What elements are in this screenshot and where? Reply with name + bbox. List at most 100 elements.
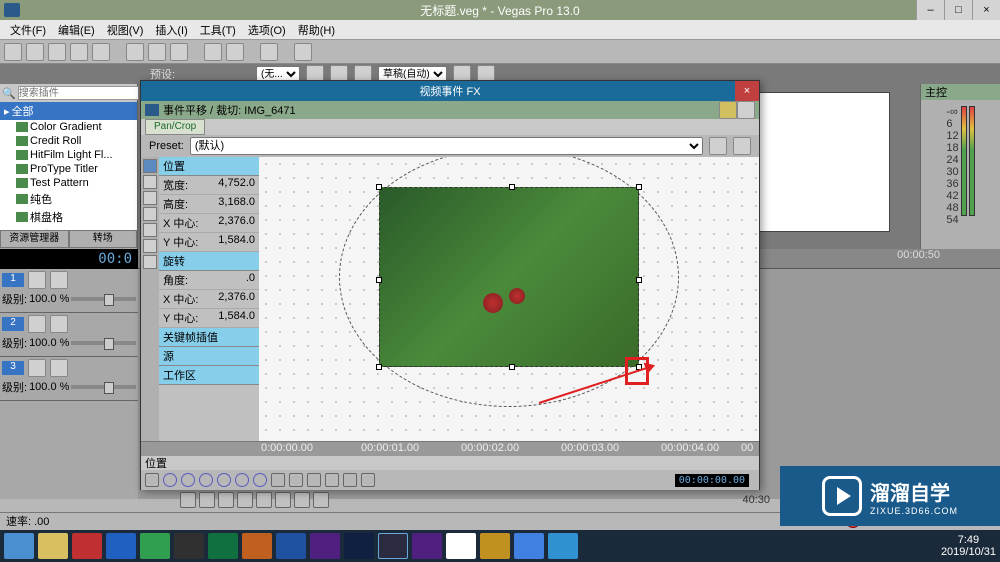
taskbar-app-active[interactable] <box>378 533 408 559</box>
move-tool[interactable] <box>143 191 157 205</box>
loop-button[interactable] <box>199 492 215 508</box>
delete-keyframe-button[interactable] <box>217 473 231 487</box>
prev-keyframe-button[interactable] <box>181 473 195 487</box>
snap-button[interactable] <box>260 43 278 61</box>
menu-help[interactable]: 帮助(H) <box>292 22 341 38</box>
track-mute-button[interactable] <box>28 359 46 377</box>
close-button[interactable]: × <box>972 0 1000 20</box>
new-button[interactable] <box>4 43 22 61</box>
resize-handle[interactable] <box>636 277 642 283</box>
taskbar-app[interactable] <box>480 533 510 559</box>
menu-edit[interactable]: 编辑(E) <box>52 22 101 38</box>
properties-button[interactable] <box>92 43 110 61</box>
tree-item[interactable]: HitFilm Light Fl... <box>30 149 113 161</box>
taskbar-app[interactable] <box>412 533 442 559</box>
prop-value[interactable]: 3,168.0 <box>211 196 255 212</box>
maximize-button[interactable]: □ <box>944 0 972 20</box>
track-number[interactable]: 1 <box>2 273 24 287</box>
group-rotation[interactable]: 旋转 <box>163 256 185 268</box>
taskbar-app[interactable] <box>548 533 578 559</box>
help-icon[interactable] <box>294 43 312 61</box>
snap-tool[interactable] <box>143 207 157 221</box>
track-solo-button[interactable] <box>50 359 68 377</box>
resize-handle[interactable] <box>509 364 515 370</box>
tree-item[interactable]: 纯色 <box>30 191 52 207</box>
goto-start-button[interactable] <box>294 492 310 508</box>
track-number[interactable]: 3 <box>2 361 24 375</box>
resize-handle[interactable] <box>376 277 382 283</box>
pause-button[interactable] <box>256 492 272 508</box>
prop-value[interactable]: .0 <box>211 272 255 288</box>
save-preset-button[interactable] <box>709 137 727 155</box>
resize-handle[interactable] <box>636 184 642 190</box>
track-mute-button[interactable] <box>28 271 46 289</box>
resize-handle[interactable] <box>376 184 382 190</box>
taskbar-app[interactable] <box>106 533 136 559</box>
plugin-tree[interactable]: ▸全部 Color Gradient Credit Roll HitFilm L… <box>0 102 137 230</box>
curve-linear-button[interactable] <box>271 473 285 487</box>
save-button[interactable] <box>48 43 66 61</box>
menu-view[interactable]: 视图(V) <box>101 22 150 38</box>
play-button[interactable] <box>237 492 253 508</box>
copy-button[interactable] <box>148 43 166 61</box>
sync-cursor-button[interactable] <box>145 473 159 487</box>
prop-value[interactable]: 1,584.0 <box>211 310 255 326</box>
minimize-button[interactable]: – <box>916 0 944 20</box>
add-keyframe-button[interactable] <box>199 473 213 487</box>
prop-value[interactable]: 2,376.0 <box>211 215 255 231</box>
grid-button[interactable] <box>737 101 755 119</box>
curve-fast-button[interactable] <box>289 473 303 487</box>
last-keyframe-button[interactable] <box>253 473 267 487</box>
taskbar-app[interactable] <box>208 533 238 559</box>
group-keyframe[interactable]: 关键帧插值 <box>163 332 218 344</box>
keyframe-time[interactable]: 00:00:00.00 <box>675 474 749 487</box>
cut-button[interactable] <box>126 43 144 61</box>
prop-value[interactable]: 4,752.0 <box>211 177 255 193</box>
tree-item[interactable]: 棋盘格 <box>30 209 63 225</box>
track-mute-button[interactable] <box>28 315 46 333</box>
tree-item[interactable]: ProType Titler <box>30 163 98 175</box>
track-number[interactable]: 2 <box>2 317 24 331</box>
track-solo-button[interactable] <box>50 271 68 289</box>
move-free-tool[interactable] <box>143 255 157 269</box>
menu-tools[interactable]: 工具(T) <box>194 22 242 38</box>
tree-item[interactable]: Credit Roll <box>30 135 81 147</box>
curve-smooth-button[interactable] <box>325 473 339 487</box>
taskbar-app[interactable] <box>72 533 102 559</box>
dialog-close-button[interactable]: × <box>735 81 759 101</box>
menu-file[interactable]: 文件(F) <box>4 22 52 38</box>
tab-explorer[interactable]: 资源管理器 <box>0 230 69 248</box>
search-input[interactable] <box>18 86 152 100</box>
level-slider[interactable] <box>71 341 136 345</box>
curve-slow-button[interactable] <box>307 473 321 487</box>
prop-value[interactable]: 1,584.0 <box>211 234 255 250</box>
select-tool[interactable] <box>143 159 157 173</box>
goto-end-button[interactable] <box>313 492 329 508</box>
menu-options[interactable]: 选项(O) <box>242 22 292 38</box>
zoom-tool[interactable] <box>143 175 157 189</box>
track-solo-button[interactable] <box>50 315 68 333</box>
tree-root[interactable]: 全部 <box>12 103 34 119</box>
tab-pan-crop[interactable]: Pan/Crop <box>145 119 205 135</box>
taskbar-app[interactable] <box>276 533 306 559</box>
tree-item[interactable]: Test Pattern <box>30 177 89 189</box>
curve-hold-button[interactable] <box>361 473 375 487</box>
crop-canvas[interactable] <box>259 157 759 441</box>
delete-preset-button[interactable] <box>733 137 751 155</box>
open-button[interactable] <box>26 43 44 61</box>
resize-handle[interactable] <box>376 364 382 370</box>
stop-button[interactable] <box>275 492 291 508</box>
taskbar-app[interactable] <box>446 533 476 559</box>
bypass-button[interactable] <box>719 101 737 119</box>
render-button[interactable] <box>70 43 88 61</box>
play-start-button[interactable] <box>218 492 234 508</box>
redo-button[interactable] <box>226 43 244 61</box>
curve-sharp-button[interactable] <box>343 473 357 487</box>
level-slider[interactable] <box>71 297 136 301</box>
taskbar-app[interactable] <box>4 533 34 559</box>
taskbar-app[interactable] <box>514 533 544 559</box>
taskbar-app[interactable] <box>174 533 204 559</box>
video-frame[interactable] <box>379 187 639 367</box>
next-keyframe-button[interactable] <box>235 473 249 487</box>
taskbar-app[interactable] <box>310 533 340 559</box>
